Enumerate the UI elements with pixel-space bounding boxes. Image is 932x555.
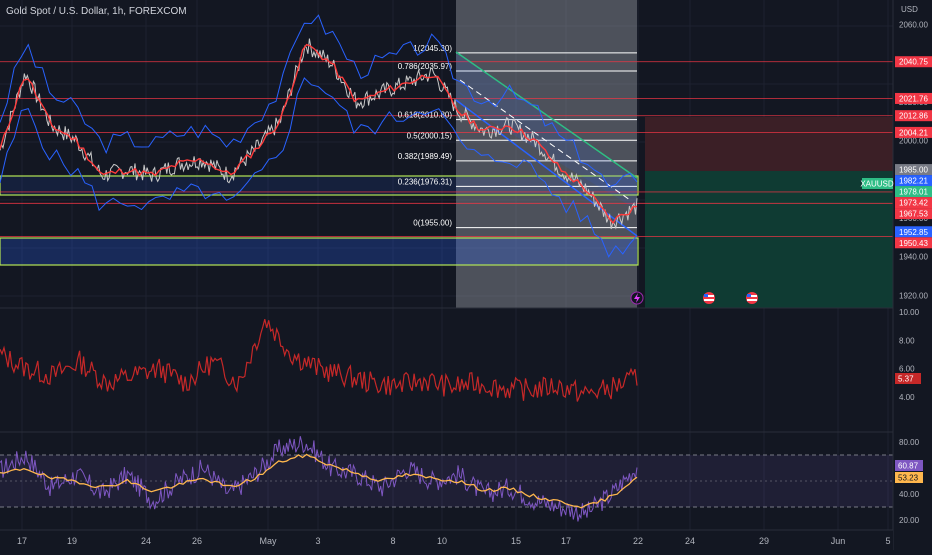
price-badge-0: 2040.75 bbox=[895, 56, 932, 68]
stop-loss-zone bbox=[645, 117, 893, 171]
time-tick-0: 17 bbox=[17, 536, 27, 546]
rsi-current-badge: 60.87 bbox=[895, 460, 923, 471]
price-badge-label-6: 1978.01 bbox=[899, 188, 928, 197]
price-tick-6: 1940.00 bbox=[899, 253, 928, 262]
fib-label-1: 0.786(2035.97) bbox=[398, 62, 453, 71]
support-zone-lower bbox=[0, 237, 639, 266]
rsi-ma-current-label: 53.23 bbox=[898, 474, 919, 483]
time-tick-14: 5 bbox=[885, 536, 890, 546]
price-badge-5: 1982.21 bbox=[895, 175, 932, 187]
price-badge-label-5: 1982.21 bbox=[899, 177, 928, 186]
currency-label: USD bbox=[901, 5, 918, 14]
fib-label-4: 0.382(1989.49) bbox=[398, 152, 453, 161]
time-tick-8: 15 bbox=[511, 536, 521, 546]
price-badge-label-8: 1967.53 bbox=[899, 210, 928, 219]
symbol-tag[interactable]: XAUUSD bbox=[860, 178, 894, 189]
price-badge-label-2: 2012.86 bbox=[899, 112, 928, 121]
atr-tick-3: 4.00 bbox=[899, 393, 915, 402]
time-tick-11: 24 bbox=[685, 536, 695, 546]
price-badge-9: 1952.85 bbox=[895, 226, 932, 238]
price-badge-label-3: 2004.21 bbox=[899, 128, 928, 137]
price-badge-3: 2004.21 bbox=[895, 126, 932, 138]
fib-label-5: 0.236(1976.31) bbox=[398, 177, 453, 186]
time-tick-9: 17 bbox=[561, 536, 571, 546]
price-badge-label-9: 1952.85 bbox=[899, 228, 928, 237]
atr-tick-0: 10.00 bbox=[899, 308, 920, 317]
symbol-tag-label: XAUUSD bbox=[860, 180, 894, 189]
price-badge-label-1: 2021.76 bbox=[899, 94, 928, 103]
price-badge-10: 1950.43 bbox=[895, 237, 932, 249]
atr-current-badge: 5.37 bbox=[895, 373, 921, 384]
price-badge-6: 1978.01 bbox=[895, 186, 932, 198]
time-tick-6: 8 bbox=[390, 536, 395, 546]
rsi-tick-3: 20.00 bbox=[899, 516, 920, 525]
time-tick-7: 10 bbox=[437, 536, 447, 546]
time-tick-12: 29 bbox=[759, 536, 769, 546]
rsi-tick-2: 40.00 bbox=[899, 490, 920, 499]
price-badge-label-7: 1973.42 bbox=[899, 199, 928, 208]
fib-label-0: 1(2045.30) bbox=[413, 44, 452, 53]
fib-label-6: 0(1955.00) bbox=[413, 219, 452, 228]
rsi-ma-current-badge: 53.23 bbox=[895, 472, 923, 483]
atr-tick-2: 6.00 bbox=[899, 365, 915, 374]
price-badge-label-10: 1950.43 bbox=[899, 239, 928, 248]
price-badge-8: 1967.53 bbox=[895, 208, 932, 220]
rsi-current-label: 60.87 bbox=[898, 462, 919, 471]
price-badge-4: 1985.00 bbox=[895, 164, 932, 176]
us-flag-icon-1[interactable] bbox=[703, 292, 715, 304]
atr-current-label: 5.37 bbox=[898, 375, 914, 384]
chart-title: Gold Spot / U.S. Dollar, 1h, FOREXCOM bbox=[6, 6, 187, 17]
price-badge-2: 2012.86 bbox=[895, 110, 932, 122]
time-tick-2: 24 bbox=[141, 536, 151, 546]
trading-chart[interactable]: 1(2045.30) 0.786(2035.97) 0.618(2010.80) 0.… bbox=[0, 0, 932, 550]
price-tick-0: 2060.00 bbox=[899, 20, 928, 29]
lightning-icon[interactable] bbox=[630, 291, 644, 305]
atr-tick-1: 8.00 bbox=[899, 336, 915, 345]
time-tick-5: 3 bbox=[315, 536, 320, 546]
time-tick-13: Jun bbox=[831, 536, 846, 546]
fib-label-3: 0.5(2000.15) bbox=[407, 131, 453, 140]
chart-canvas[interactable]: 1(2045.30)0.786(2035.97)0.618(2010.80)0.… bbox=[0, 0, 932, 550]
price-badge-1: 2021.76 bbox=[895, 92, 932, 104]
rsi-tick-0: 80.00 bbox=[899, 438, 920, 447]
time-tick-4: May bbox=[259, 536, 277, 546]
price-tick-7: 1920.00 bbox=[899, 291, 928, 300]
time-tick-10: 22 bbox=[633, 536, 643, 546]
time-tick-3: 26 bbox=[192, 536, 202, 546]
price-badge-label-0: 2040.75 bbox=[899, 58, 928, 67]
price-badge-7: 1973.42 bbox=[895, 197, 932, 209]
price-badge-label-4: 1985.00 bbox=[899, 166, 928, 175]
us-flag-icon-2[interactable] bbox=[746, 292, 758, 304]
time-tick-1: 19 bbox=[67, 536, 77, 546]
